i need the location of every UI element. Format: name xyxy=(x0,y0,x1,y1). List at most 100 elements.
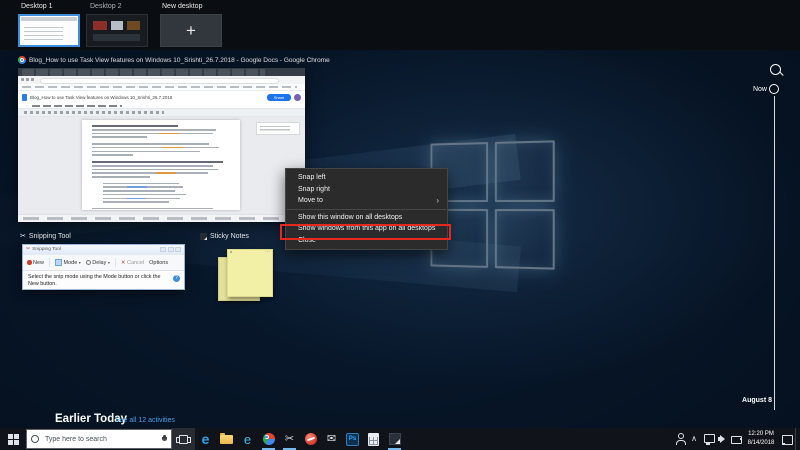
taskbar-app-edge[interactable]: e xyxy=(195,428,216,450)
doc-title: Blog_How to use Task View features on Wi… xyxy=(30,94,173,100)
doc-comment-box xyxy=(256,122,300,135)
show-desktop-button[interactable] xyxy=(795,428,800,450)
cancel-button[interactable]: ✕ Cancel xyxy=(121,260,144,266)
menu-item-show-window-all-desktops[interactable]: Show this window on all desktops xyxy=(286,212,447,224)
snipping-window-title: Snipping Tool xyxy=(32,247,61,252)
file-explorer-icon xyxy=(220,432,233,444)
taskbar-clock[interactable]: 12:20 PM 8/14/2018 xyxy=(743,430,779,448)
red-highlight-box xyxy=(280,223,451,240)
internet-explorer-icon: e xyxy=(243,431,252,447)
snipping-message: Select the snip mode using the Mode butt… xyxy=(23,271,184,289)
sticky-notes-label: Sticky Notes xyxy=(210,233,249,240)
new-desktop-label: New desktop xyxy=(162,3,203,10)
calculator-icon xyxy=(368,432,379,446)
desktop-1-preview xyxy=(21,17,77,44)
new-snip-icon xyxy=(27,260,32,265)
note-menu-dots-icon: ⋯ xyxy=(265,249,270,255)
dropdown-arrow-icon: ▾ xyxy=(107,260,110,265)
new-snip-button[interactable]: New xyxy=(27,260,44,266)
docs-canvas xyxy=(18,117,305,214)
volume-icon[interactable] xyxy=(715,431,729,447)
taskbar-app-sticky-notes[interactable] xyxy=(384,428,405,450)
search-input[interactable] xyxy=(43,434,158,444)
sticky-note-front[interactable]: ⋯ xyxy=(227,249,273,297)
snipping-tool-title-row[interactable]: ✂ Snipping Tool xyxy=(20,233,71,240)
taskbar-app-snipping-tool[interactable]: ✂ xyxy=(279,428,300,450)
chrome-window-thumbnail[interactable]: Blog_How to use Task View features on Wi… xyxy=(18,68,305,222)
menu-item-move-to[interactable]: Move to › xyxy=(286,195,447,207)
desktop-2-label: Desktop 2 xyxy=(90,3,122,10)
task-view-icon xyxy=(176,434,191,444)
snipping-tool-window-thumbnail[interactable]: ✂ Snipping Tool New Mode ▾ Delay ▾ ✕ Can… xyxy=(22,244,185,290)
see-all-activities-link[interactable]: See all 12 activities xyxy=(115,417,175,424)
timeline-search-icon[interactable] xyxy=(770,64,781,75)
share-button: Share xyxy=(267,93,291,101)
clock-time: 12:20 PM xyxy=(748,431,774,437)
desktop-1-label: Desktop 1 xyxy=(21,3,53,10)
taskbar-app-photoshop[interactable]: Ps xyxy=(342,428,363,450)
system-tray: ∧ 12:20 PM 8/14/2018 xyxy=(673,428,800,450)
chrome-icon xyxy=(18,56,26,64)
new-desktop-button[interactable]: + xyxy=(160,14,222,47)
photoshop-icon: Ps xyxy=(346,432,359,446)
browser-address-bar xyxy=(18,76,305,84)
cancel-x-icon: ✕ xyxy=(120,259,126,266)
docs-header: Blog_How to use Task View features on Wi… xyxy=(18,91,305,103)
delay-button[interactable]: Delay ▾ xyxy=(85,260,110,266)
window-controls xyxy=(160,246,181,253)
chrome-window-title-row[interactable]: Blog_How to use Task View features on Wi… xyxy=(18,56,330,64)
doc-page-content xyxy=(82,120,240,210)
chrome-icon xyxy=(262,433,275,445)
taskbar-app-chrome[interactable] xyxy=(258,428,279,450)
timeline-scroll-knob[interactable] xyxy=(769,84,779,94)
sticky-notes-title-row[interactable]: Sticky Notes xyxy=(200,233,249,240)
browser-tab-strip xyxy=(18,68,305,76)
mail-icon: ✉ xyxy=(326,432,337,445)
note-add-icon xyxy=(230,251,232,253)
battery-icon[interactable] xyxy=(729,431,743,447)
clock-date: 8/14/2018 xyxy=(747,440,775,446)
chevron-up-icon[interactable]: ∧ xyxy=(687,431,701,447)
menu-item-snap-right[interactable]: Snap right xyxy=(286,184,447,196)
virtual-desktops-bar: Desktop 1 Desktop 2 New desktop + xyxy=(0,0,800,50)
taskbar-app-calculator[interactable] xyxy=(363,428,384,450)
people-icon[interactable] xyxy=(673,431,687,447)
task-view-screen: Desktop 1 Desktop 2 New desktop + Blog_H… xyxy=(0,0,800,450)
timeline-now-label: Now xyxy=(752,86,767,93)
timeline-scrollbar[interactable] xyxy=(773,96,775,410)
network-display-icon[interactable] xyxy=(701,431,715,447)
mode-button[interactable]: Mode ▾ xyxy=(55,259,81,266)
menu-separator xyxy=(287,208,446,210)
scissors-icon: ✂ xyxy=(26,246,31,252)
edge-icon: e xyxy=(201,431,210,447)
taskbar: e e ✂ ✉ Ps ∧ xyxy=(0,428,800,450)
action-center-icon[interactable] xyxy=(779,431,795,447)
options-button[interactable]: Options xyxy=(149,260,168,266)
sticky-notes-icon xyxy=(388,433,401,445)
taskbar-app-file-explorer[interactable] xyxy=(216,428,237,450)
submenu-arrow-icon: › xyxy=(436,195,439,205)
windows-start-icon xyxy=(7,433,19,445)
cortana-icon xyxy=(31,435,39,443)
timeline-date-marker: August 8 xyxy=(742,397,772,404)
taskbar-search-box[interactable] xyxy=(26,429,172,449)
clock-icon xyxy=(85,260,91,265)
snipping-title-bar: ✂ Snipping Tool xyxy=(23,245,184,255)
taskbar-app-mail[interactable]: ✉ xyxy=(321,428,342,450)
desktop-1-thumbnail[interactable] xyxy=(18,14,80,47)
taskbar-app-red-browser[interactable] xyxy=(300,428,321,450)
desktop-2-thumbnail[interactable] xyxy=(86,14,148,47)
snipping-toolbar: New Mode ▾ Delay ▾ ✕ Cancel Options xyxy=(23,255,184,271)
sticky-notes-icon xyxy=(200,233,207,240)
docs-toolbar xyxy=(18,108,305,117)
help-icon[interactable]: ? xyxy=(173,275,180,282)
browser-bookmarks-bar xyxy=(18,84,305,91)
plus-icon: + xyxy=(186,20,196,40)
microphone-icon[interactable] xyxy=(162,434,167,444)
task-view-button[interactable] xyxy=(172,428,195,450)
docs-icon xyxy=(22,93,27,101)
start-button[interactable] xyxy=(0,428,26,450)
red-browser-icon xyxy=(304,433,317,445)
taskbar-app-internet-explorer[interactable]: e xyxy=(237,428,258,450)
menu-item-snap-left[interactable]: Snap left xyxy=(286,172,447,184)
